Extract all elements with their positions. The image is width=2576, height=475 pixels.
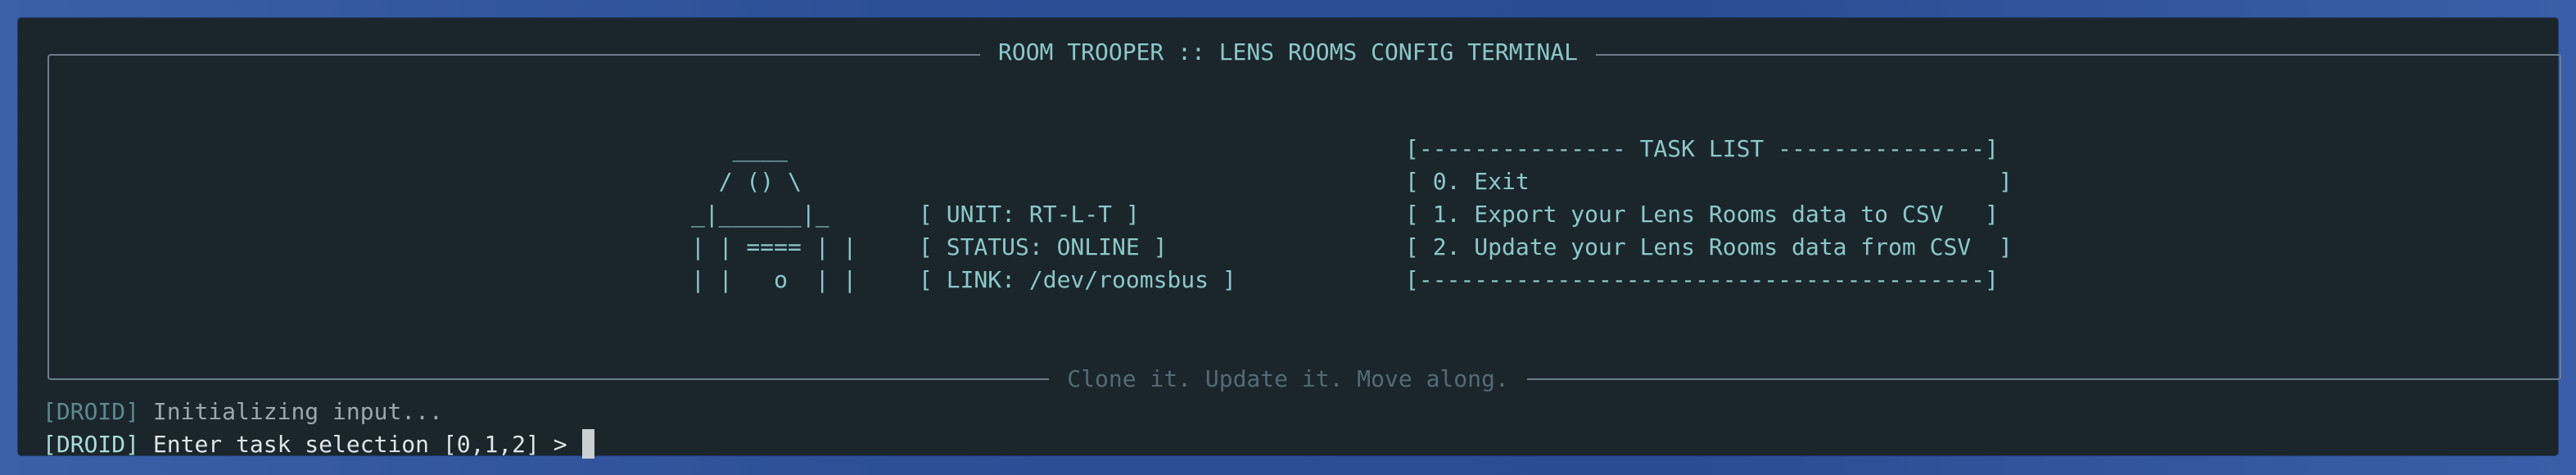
task-item-update-from-csv: [ 2. Update your Lens Rooms data from CS… <box>1405 233 2013 260</box>
unit-label: [ UNIT: RT-L-T ] <box>919 201 1140 228</box>
input-cursor[interactable] <box>582 429 595 459</box>
link-label: [ LINK: /dev/roomsbus ] <box>919 266 1236 293</box>
unit-info-panel: [ UNIT: RT-L-T ] [ STATUS: ONLINE ] [ LINK… <box>919 198 1236 296</box>
terminal-window: ROOM TROOPER :: LENS ROOMS CONFIG TERMIN… <box>18 18 2561 459</box>
droid-tag: [DROID] <box>43 398 140 425</box>
task-list: [--------------- TASK LIST -------------… <box>1405 133 2013 296</box>
droid-art-line: | | o | | <box>691 266 857 293</box>
status-label: [ STATUS: ONLINE ] <box>919 233 1168 260</box>
droid-art-line: _|______|_ <box>691 201 829 228</box>
droid-ascii-art: ____ / () \ _|______|_ | | ==== | | | | o |… <box>691 133 856 296</box>
droid-art-line: / () \ <box>691 168 802 195</box>
console-line-init: [DROID] Initializing input... <box>43 396 594 428</box>
prompt-text: Enter task selection [0,1,2] > <box>152 431 567 458</box>
config-frame <box>47 54 2561 380</box>
droid-art-line: | | ==== | | <box>691 233 857 260</box>
droid-tag: [DROID] <box>43 431 140 458</box>
init-message: Initializing input... <box>152 398 443 425</box>
droid-art-line: ____ <box>691 135 789 162</box>
console-output: [DROID] Initializing input... [DROID] Ent… <box>43 396 595 461</box>
task-item-exit: [ 0. Exit ] <box>1405 168 2013 195</box>
task-list-header: [--------------- TASK LIST -------------… <box>1405 135 1999 162</box>
task-item-export-csv: [ 1. Export your Lens Rooms data to CSV … <box>1405 201 1999 228</box>
task-list-footer: [---------------------------------------… <box>1405 266 1999 293</box>
console-prompt-line[interactable]: [DROID] Enter task selection [0,1,2] > <box>43 428 595 461</box>
